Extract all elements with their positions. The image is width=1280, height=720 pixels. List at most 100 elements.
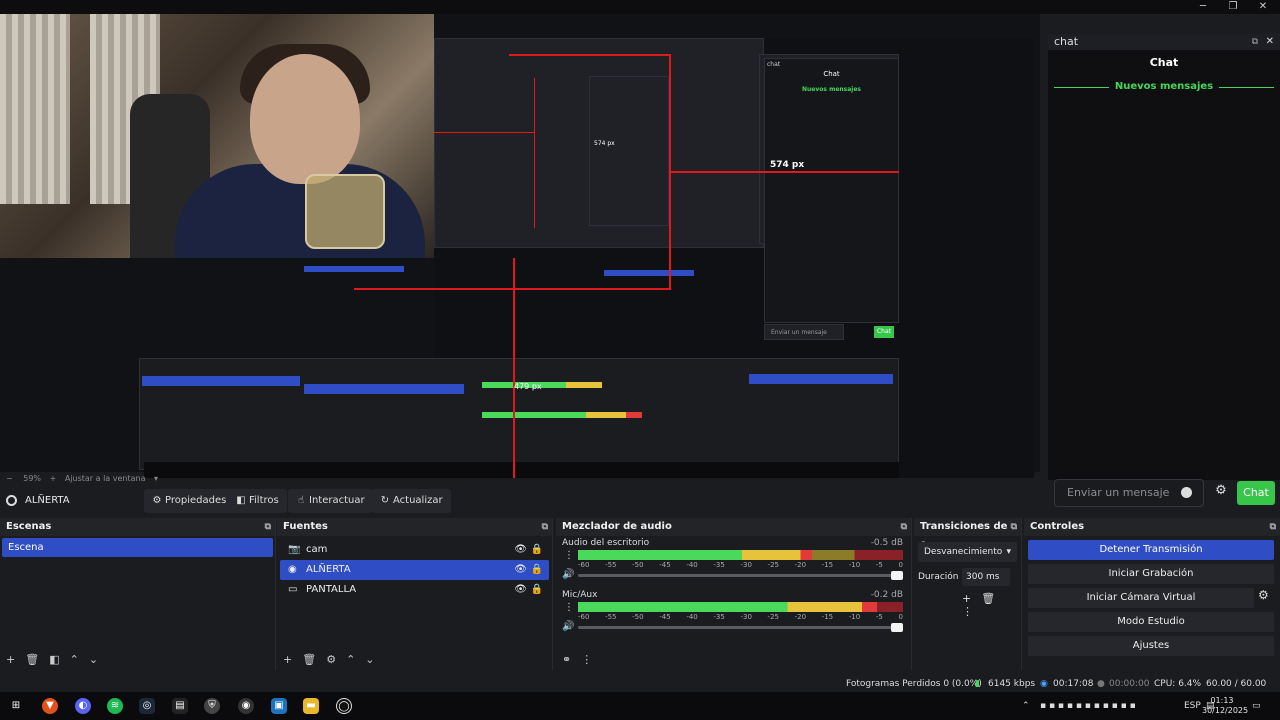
more-icon[interactable]: ⋮ bbox=[564, 550, 574, 561]
duration-input[interactable]: 300 ms bbox=[962, 568, 1010, 586]
preview-zoom-bar: − 59% + Ajustar a la ventana ▾ bbox=[6, 474, 159, 483]
add-icon[interactable]: + bbox=[962, 592, 981, 605]
more-icon[interactable]: ⋮ bbox=[564, 602, 574, 613]
source-toolbar: ALÑERTA ⚙ Propiedades ◧ Filtros ☝ Interactu… bbox=[0, 489, 1040, 515]
float-icon[interactable]: ⧉ bbox=[1270, 518, 1276, 536]
start-virtual-camera-button[interactable]: Iniciar Cámara Virtual bbox=[1028, 588, 1254, 608]
filters-button[interactable]: ◧ Filtros bbox=[228, 489, 287, 513]
source-name: PANTALLA bbox=[306, 584, 357, 595]
lock-icon[interactable]: 🔒 bbox=[531, 540, 543, 560]
float-icon[interactable]: ⧉ bbox=[1252, 34, 1258, 50]
dimension-label-574: 574 px bbox=[770, 160, 805, 170]
webcam-feed bbox=[0, 14, 434, 258]
brave-icon[interactable]: ▼ bbox=[42, 698, 58, 714]
close-icon[interactable]: ✕ bbox=[1266, 34, 1274, 50]
move-down-icon[interactable]: ⌄ bbox=[365, 653, 374, 666]
spotify-icon[interactable]: ≋ bbox=[107, 698, 123, 714]
language-indicator[interactable]: ESP bbox=[1184, 692, 1201, 720]
move-up-icon[interactable]: ⌃ bbox=[70, 653, 79, 666]
volume-knob[interactable] bbox=[891, 623, 903, 632]
eye-icon[interactable]: 👁 bbox=[514, 540, 527, 560]
preview-canvas[interactable]: chat Chat Nuevos mensajes Enviar un mens… bbox=[0, 14, 1040, 478]
scenes-dock-header: Escenas ⧉ bbox=[0, 518, 275, 536]
mixer-footer: ⚭ ⋮ bbox=[556, 648, 911, 670]
refresh-button[interactable]: ↻ Actualizar bbox=[372, 489, 451, 513]
meter-tick-label: -35 bbox=[713, 613, 725, 621]
source-row-cam[interactable]: 📷 cam 👁 🔒 bbox=[280, 540, 549, 560]
add-icon[interactable]: + bbox=[6, 653, 15, 666]
interact-button[interactable]: ☝ Interactuar bbox=[288, 489, 373, 513]
chat-send-button[interactable]: Chat bbox=[1237, 481, 1275, 505]
float-icon[interactable]: ⧉ bbox=[265, 518, 271, 536]
speaker-icon[interactable]: 🔊 bbox=[562, 621, 574, 632]
add-icon[interactable]: + bbox=[283, 653, 292, 666]
minimize-icon[interactable]: ─ bbox=[1188, 0, 1218, 14]
move-down-icon[interactable]: ⌄ bbox=[89, 653, 98, 666]
channel-db: -0.2 dB bbox=[870, 590, 903, 600]
folder-icon[interactable]: ▬ bbox=[303, 698, 319, 714]
transition-select[interactable]: Desvanecimiento ▾ bbox=[918, 542, 1017, 562]
properties-button[interactable]: ⚙ Propiedades bbox=[144, 489, 235, 513]
steam-icon[interactable]: ◎ bbox=[139, 698, 155, 714]
meter-tick-label: -20 bbox=[794, 561, 807, 569]
discord-icon[interactable]: ◐ bbox=[75, 698, 91, 714]
eye-icon[interactable]: 👁 bbox=[514, 580, 527, 600]
more-icon[interactable]: ⋮ bbox=[962, 605, 983, 618]
mixer-channel-desktop: Audio del escritorio -0.5 dB ⋮ -60 -55 -50… bbox=[556, 536, 911, 588]
lock-icon[interactable]: 🔒 bbox=[531, 580, 543, 600]
float-icon[interactable]: ⧉ bbox=[1011, 518, 1017, 536]
source-row-pantalla[interactable]: ▭ PANTALLA 👁 🔒 bbox=[280, 580, 549, 600]
volume-knob[interactable] bbox=[891, 571, 903, 580]
studio-mode-button[interactable]: Modo Estudio bbox=[1028, 612, 1274, 632]
emoji-icon[interactable] bbox=[1181, 487, 1192, 498]
camera-icon: 📷 bbox=[288, 544, 301, 555]
chevron-up-icon[interactable]: ⌃ bbox=[1022, 692, 1030, 720]
trash-icon[interactable]: 🗑 bbox=[981, 592, 1005, 605]
chat-dock-header: chat ⧉ ✕ bbox=[1048, 34, 1280, 50]
meter-tick-label: -60 bbox=[578, 613, 590, 621]
transitions-dock-header: Transiciones de e...⧉ bbox=[914, 518, 1021, 550]
record-time: 00:00:00 bbox=[1109, 679, 1150, 689]
meter-tick-label: -15 bbox=[821, 613, 834, 621]
gear-icon[interactable]: ⚙ bbox=[1214, 484, 1228, 498]
zoom-level[interactable]: 59% bbox=[23, 474, 41, 483]
start-recording-button[interactable]: Iniciar Grabación bbox=[1028, 564, 1274, 584]
more-icon[interactable]: ⋮ bbox=[581, 653, 592, 666]
clock[interactable]: 01:13 30/12/2025 bbox=[1202, 696, 1248, 716]
volume-meter bbox=[578, 550, 903, 560]
windows-start-icon[interactable]: ⊞ bbox=[8, 698, 24, 714]
gear-icon[interactable]: ⚙ bbox=[1258, 588, 1269, 602]
close-icon[interactable]: ✕ bbox=[1248, 0, 1278, 14]
move-up-icon[interactable]: ⌃ bbox=[346, 653, 355, 666]
notifications-icon[interactable]: ▭ bbox=[1252, 692, 1261, 720]
float-icon[interactable]: ⧉ bbox=[901, 518, 907, 536]
stop-stream-button[interactable]: Detener Transmisión bbox=[1028, 540, 1274, 560]
filter-icon[interactable]: ◧ bbox=[49, 653, 59, 666]
lock-icon[interactable]: 🔒 bbox=[531, 560, 543, 580]
source-name: cam bbox=[306, 544, 328, 555]
trash-icon[interactable]: 🗑 bbox=[25, 653, 39, 666]
link-icon[interactable]: ⚭ bbox=[562, 653, 571, 666]
security-icon[interactable]: ⛨ bbox=[204, 698, 220, 714]
volume-slider[interactable] bbox=[578, 571, 903, 580]
tray-icons[interactable]: ▪ ▪ ▪ ▪ ▪ ▪ ▪ ▪ ▪ ▪ ▪ bbox=[1040, 692, 1136, 720]
gear-icon[interactable]: ⚙ bbox=[326, 653, 336, 666]
photos-icon[interactable]: ▣ bbox=[271, 698, 287, 714]
settings-button[interactable]: Ajustes bbox=[1028, 636, 1274, 656]
volume-slider[interactable] bbox=[578, 623, 903, 632]
speaker-icon[interactable]: 🔊 bbox=[562, 569, 574, 580]
scene-item[interactable]: Escena bbox=[2, 538, 273, 557]
refresh-icon: ↻ bbox=[380, 495, 390, 506]
float-icon[interactable]: ⧉ bbox=[542, 518, 548, 536]
app-icon[interactable]: ▤ bbox=[172, 698, 188, 714]
obs-icon[interactable]: ◉ bbox=[238, 698, 254, 714]
trash-icon[interactable]: 🗑 bbox=[302, 653, 316, 666]
restore-icon[interactable]: ❐ bbox=[1218, 0, 1248, 14]
eye-icon[interactable]: 👁 bbox=[514, 560, 527, 580]
duration-label: Duración bbox=[918, 572, 959, 582]
sources-footer: + 🗑 ⚙ ⌃ ⌄ bbox=[277, 648, 552, 670]
source-row-alnerta[interactable]: ◉ ALÑERTA 👁 🔒 bbox=[280, 560, 549, 580]
fit-to-window-select[interactable]: Ajustar a la ventana bbox=[65, 474, 146, 483]
app-circle-icon[interactable]: ◯ bbox=[336, 698, 352, 714]
scenes-dock: Escenas ⧉ Escena + 🗑 ◧ ⌃ ⌄ bbox=[0, 518, 276, 670]
